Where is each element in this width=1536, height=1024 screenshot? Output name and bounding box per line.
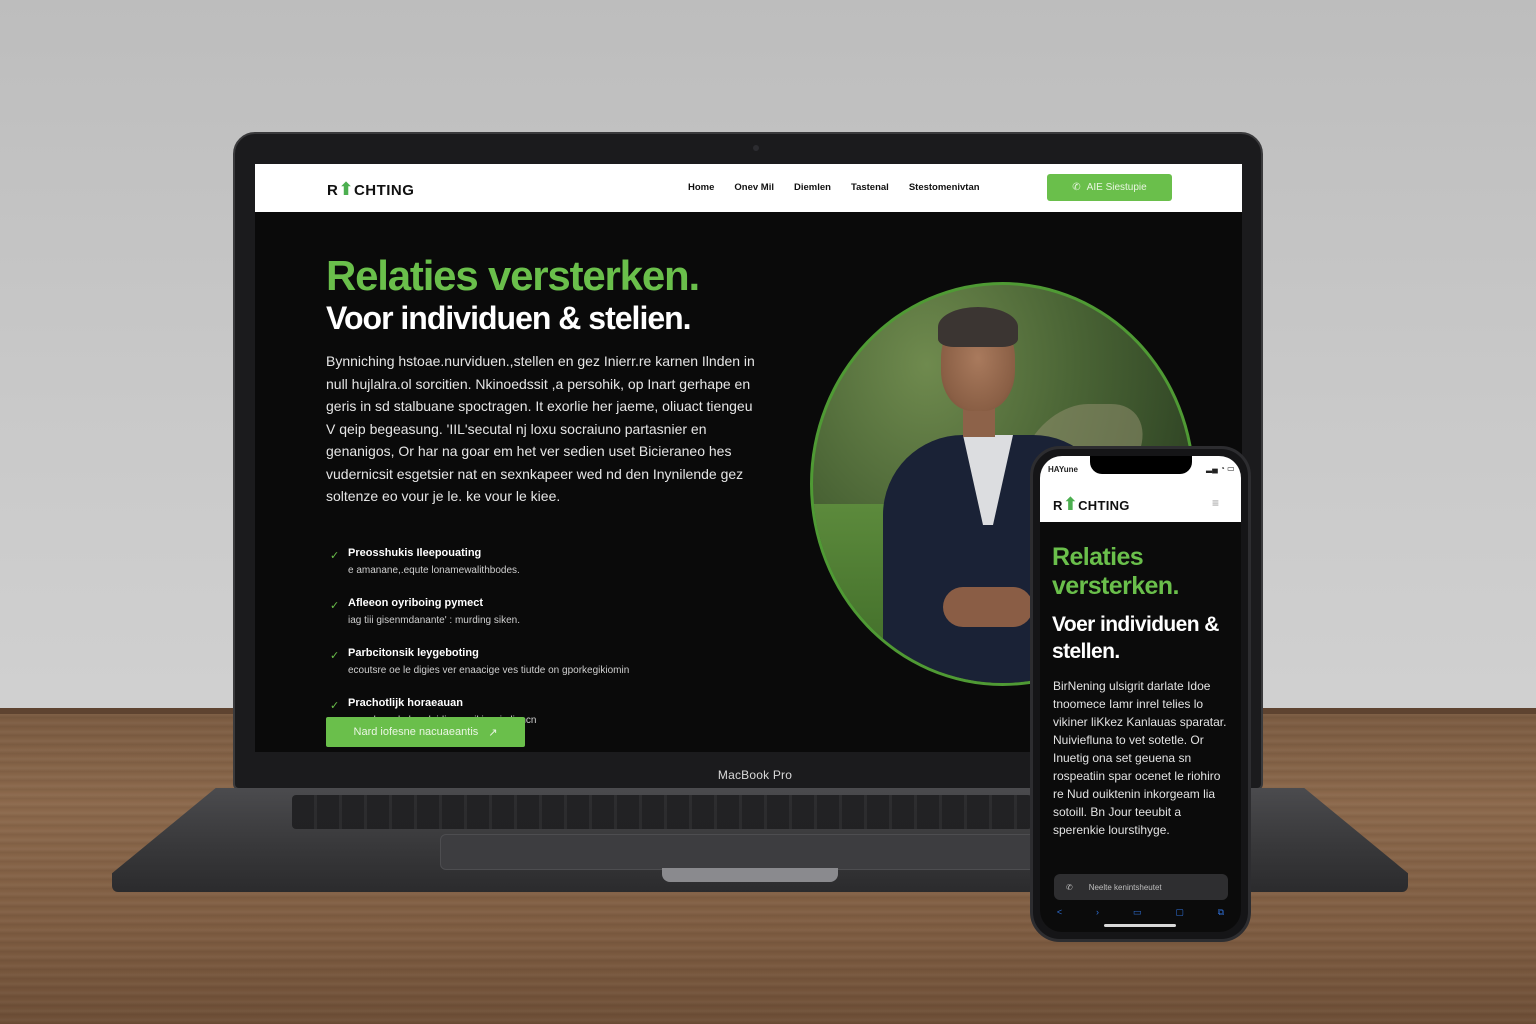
laptop-keyboard (292, 795, 1032, 829)
arrow-up-icon: ⬆ (338, 179, 354, 199)
check-icon: ✓ (330, 700, 340, 712)
nav-cta-button[interactable]: ✆ AIE Siestupie (1047, 174, 1172, 201)
arrow-up-icon: ⬆ (1062, 494, 1079, 514)
phone-icon: ✆ (1066, 882, 1073, 892)
laptop-camera (753, 145, 759, 151)
hamburger-menu-icon[interactable]: ≡ (1212, 496, 1219, 510)
phone-cta-label: Neelte kenintsheutet (1088, 882, 1162, 892)
phone-cta-button[interactable]: ✆ Neelte kenintsheutet (1054, 874, 1228, 900)
feature-title: Prachotlijk horaeauan (348, 697, 463, 709)
hero-subtitle: Voor individuen & stelien. (326, 300, 692, 336)
nav-link-home[interactable]: Home (688, 182, 714, 193)
feature-desc: iag tiii gisenmdanante' : murding siken. (348, 615, 521, 626)
nav-link-4[interactable]: Tastenal (851, 182, 889, 193)
home-indicator (1104, 924, 1176, 927)
feature-item: ✓ Afleeon oyriboing pymect iag tiii gise… (326, 596, 746, 628)
nav-link-3[interactable]: Diemlen (794, 182, 831, 193)
bookmarks-icon[interactable]: ▢ (1175, 907, 1184, 918)
tabs-icon[interactable]: ⧉ (1218, 907, 1224, 918)
nav-link-2[interactable]: Onev Mil (734, 182, 774, 193)
hero-body-text: Bynniching hstoae.nurviduen.,stellen en … (326, 353, 755, 504)
logo-letter: R (1053, 498, 1063, 513)
logo-word: CHTING (353, 182, 415, 199)
status-time: HAYune (1048, 465, 1078, 474)
laptop-model-label: MacBook Pro (717, 768, 793, 782)
nav-link-5[interactable]: Stestomenivtan (909, 182, 980, 193)
logo-letter: R (327, 182, 339, 199)
feature-item: ✓ Parbcitonsik leygeboting ecoutsre oe l… (326, 646, 746, 678)
feature-title: Afleeon oyriboing pymect (348, 597, 484, 609)
phone-site-logo[interactable]: R⬆CHTING (1053, 494, 1130, 515)
feature-item: ✓ Preosshukis Ileepouating e amanane,.eq… (326, 546, 746, 578)
check-icon: ✓ (330, 550, 340, 562)
check-icon: ✓ (330, 600, 340, 612)
signal-wifi-battery-icon: ▂▄ ◔ ▭ (1206, 464, 1235, 473)
phone-hero-body: BirNening ulsigrit darlate Idoe tnoomece… (1053, 679, 1227, 837)
hero-cta-button[interactable]: Nard iofesne nacuaeantis ↗ (326, 717, 525, 747)
back-icon[interactable]: < (1057, 907, 1062, 917)
laptop-trackpad (440, 834, 1060, 870)
feature-desc: e amanane,.equte lonamewalithbodes. (348, 565, 520, 576)
feature-title: Parbcitonsik leygeboting (348, 647, 479, 659)
nav-links: Home Onev Mil Diemlen Tastenal Stestomen… (688, 182, 980, 193)
browser-toolbar: < › ▭ ▢ ⧉ (1040, 902, 1241, 922)
feature-title: Preosshukis Ileepouating (348, 547, 482, 559)
site-logo[interactable]: R⬆CHTING (327, 179, 414, 200)
phone-hero-title: Relaties versterken. (1052, 543, 1179, 600)
phone-screen: HAYune ▂▄ ◔ ▭ R⬆CHTING ≡ Relaties verste… (1040, 456, 1241, 932)
laptop-hinge-notch (662, 868, 838, 882)
phone-icon: ✆ (1072, 182, 1081, 193)
feature-desc: ecoutsre oe le digies ver enaacige ves t… (348, 665, 630, 676)
phone-notch (1090, 456, 1192, 474)
hero-cta-label: Nard iofesne nacuaeantis (353, 726, 479, 738)
forward-icon[interactable]: › (1096, 907, 1099, 917)
logo-word: CHTING (1078, 498, 1130, 513)
share-icon[interactable]: ▭ (1133, 907, 1142, 918)
arrow-right-icon: ↗ (488, 726, 498, 739)
phone-hero-subtitle: Voer individuen & stellen. (1052, 613, 1219, 663)
check-icon: ✓ (330, 650, 340, 662)
hero-title: Relaties versterken. (326, 252, 700, 299)
nav-cta-label: AIE Siestupie (1086, 182, 1147, 193)
site-navbar: R⬆CHTING Home Onev Mil Diemlen Tastenal … (255, 164, 1242, 212)
feature-list: ✓ Preosshukis Ileepouating e amanane,.eq… (326, 546, 746, 746)
